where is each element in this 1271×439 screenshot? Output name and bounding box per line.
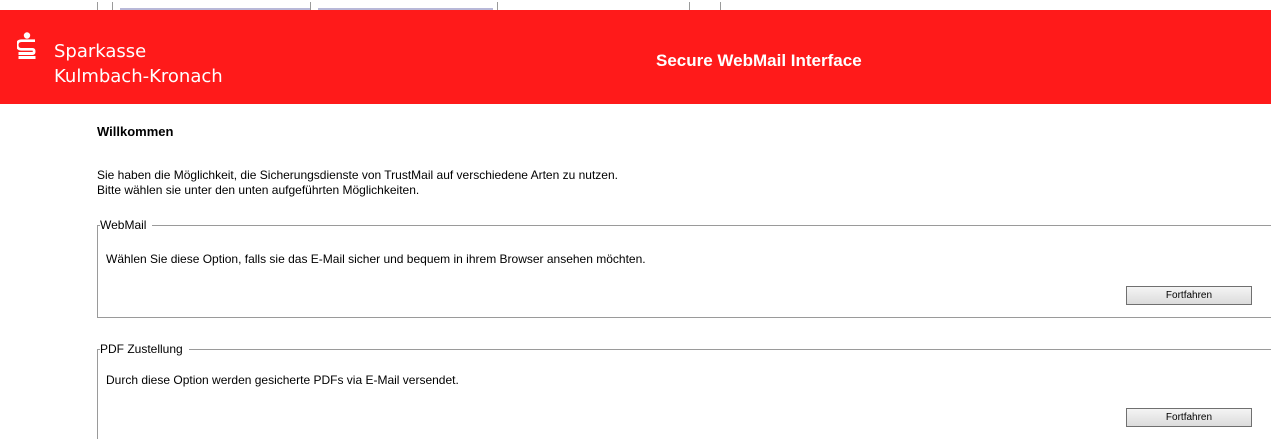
- intro-line: Bitte wählen sie unter den unten aufgefü…: [97, 183, 420, 197]
- strip-divider: [689, 2, 690, 10]
- browser-top-strip: [0, 0, 1271, 10]
- welcome-heading: Willkommen: [97, 124, 174, 139]
- pdf-delivery-description: Durch diese Option werden gesicherte PDF…: [106, 373, 459, 387]
- pdf-delivery-option-group: PDF Zustellung Durch diese Option werden…: [97, 342, 1271, 439]
- strip-divider: [310, 2, 311, 10]
- webmail-description: Wählen Sie diese Option, falls sie das E…: [106, 252, 646, 266]
- webmail-legend: WebMail: [100, 218, 153, 233]
- pdf-delivery-continue-button[interactable]: Fortfahren: [1126, 408, 1252, 427]
- strip-divider: [720, 2, 721, 10]
- sparkasse-s-logo-icon: [17, 32, 36, 59]
- header-banner: [0, 10, 1271, 104]
- strip-divider: [112, 2, 113, 10]
- page-title: Secure WebMail Interface: [656, 51, 862, 70]
- strip-divider: [97, 2, 98, 10]
- intro-text: Sie haben die Möglichkeit, die Sicherung…: [97, 168, 618, 198]
- brand-region: Kulmbach-Kronach: [54, 66, 223, 87]
- intro-line: Sie haben die Möglichkeit, die Sicherung…: [97, 168, 618, 182]
- webmail-option-group: WebMail Wählen Sie diese Option, falls s…: [97, 218, 1271, 318]
- brand-name: Sparkasse: [54, 41, 147, 62]
- webmail-continue-button[interactable]: Fortfahren: [1126, 286, 1252, 305]
- strip-divider: [497, 2, 498, 10]
- pdf-delivery-legend: PDF Zustellung: [100, 342, 189, 357]
